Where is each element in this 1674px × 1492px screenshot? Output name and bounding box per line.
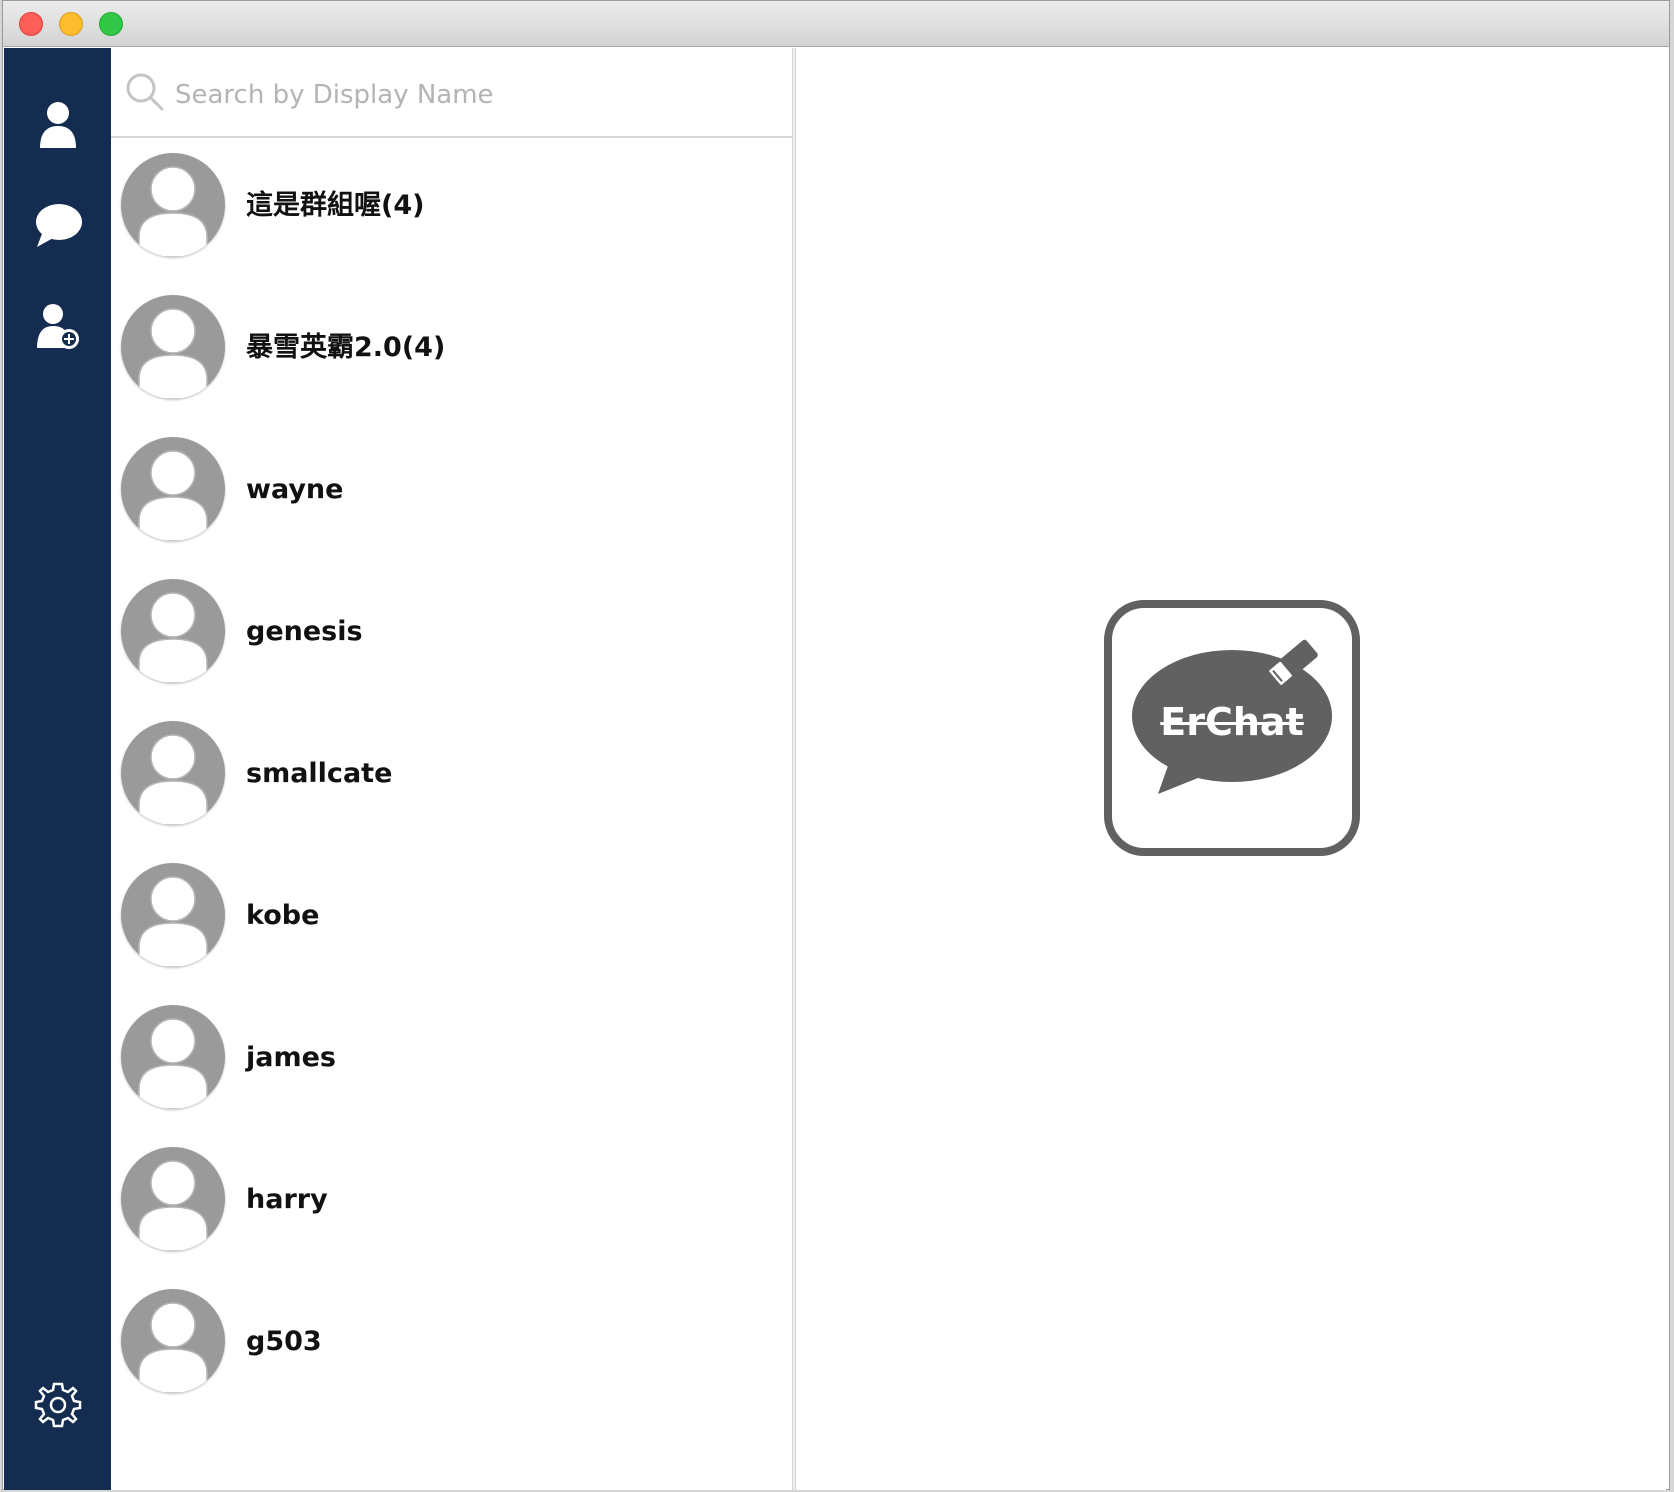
contact-name: genesis: [246, 616, 363, 647]
search-bar: [111, 48, 792, 138]
contact-name: 這是群組喔(4): [246, 190, 425, 221]
avatar: [121, 1147, 225, 1251]
contact-list: 這是群組喔(4) 暴雪英霸2.0(4) wayne genesis smallc…: [111, 140, 792, 1418]
list-item[interactable]: g503: [111, 1276, 792, 1418]
nav-contacts-button[interactable]: [4, 80, 111, 170]
nav-add-contact-button[interactable]: [4, 282, 111, 372]
avatar: [121, 1289, 225, 1393]
avatar: [121, 153, 225, 257]
close-window-button[interactable]: [19, 12, 43, 36]
contact-name: 暴雪英霸2.0(4): [246, 332, 446, 363]
default-avatar-icon: [138, 592, 208, 683]
avatar: [121, 721, 225, 825]
default-avatar-icon: [138, 166, 208, 257]
add-person-icon: [36, 304, 79, 349]
list-item[interactable]: kobe: [111, 850, 792, 992]
contact-name: wayne: [246, 474, 344, 505]
chat-bubble-icon: [35, 204, 82, 247]
list-item[interactable]: wayne: [111, 424, 792, 566]
list-item[interactable]: genesis: [111, 566, 792, 708]
list-item[interactable]: smallcate: [111, 708, 792, 850]
contact-name: james: [246, 1042, 336, 1073]
sidebar: [4, 48, 111, 1490]
default-avatar-icon: [138, 876, 208, 967]
search-icon: [126, 73, 164, 111]
default-avatar-icon: [138, 308, 208, 399]
avatar: [121, 295, 225, 399]
nav-chats-button[interactable]: [4, 181, 111, 271]
list-item[interactable]: harry: [111, 1134, 792, 1276]
logo-text: ErChat: [1160, 700, 1304, 744]
default-avatar-icon: [138, 1018, 208, 1109]
list-item[interactable]: 這是群組喔(4): [111, 140, 792, 282]
contact-name: harry: [246, 1184, 328, 1215]
minimize-window-button[interactable]: [59, 12, 83, 36]
contact-name: kobe: [246, 900, 320, 931]
erchat-logo: ErChat: [1104, 600, 1360, 856]
contact-name: smallcate: [246, 758, 393, 789]
avatar: [121, 863, 225, 967]
search-input[interactable]: [173, 70, 767, 120]
contact-list-pane: 這是群組喔(4) 暴雪英霸2.0(4) wayne: [111, 48, 792, 1490]
default-avatar-icon: [138, 1302, 208, 1393]
contact-name: g503: [246, 1326, 322, 1357]
default-avatar-icon: [138, 450, 208, 541]
detail-pane: ErChat: [796, 48, 1666, 1490]
list-item[interactable]: 暴雪英霸2.0(4): [111, 282, 792, 424]
gear-icon: [34, 1382, 81, 1428]
default-avatar-icon: [138, 734, 208, 825]
settings-button[interactable]: [4, 1360, 111, 1450]
maximize-window-button[interactable]: [99, 12, 123, 36]
title-bar: [3, 1, 1669, 47]
person-icon: [39, 102, 76, 148]
avatar: [121, 1005, 225, 1109]
avatar: [121, 437, 225, 541]
avatar: [121, 579, 225, 683]
list-item[interactable]: james: [111, 992, 792, 1134]
default-avatar-icon: [138, 1160, 208, 1251]
